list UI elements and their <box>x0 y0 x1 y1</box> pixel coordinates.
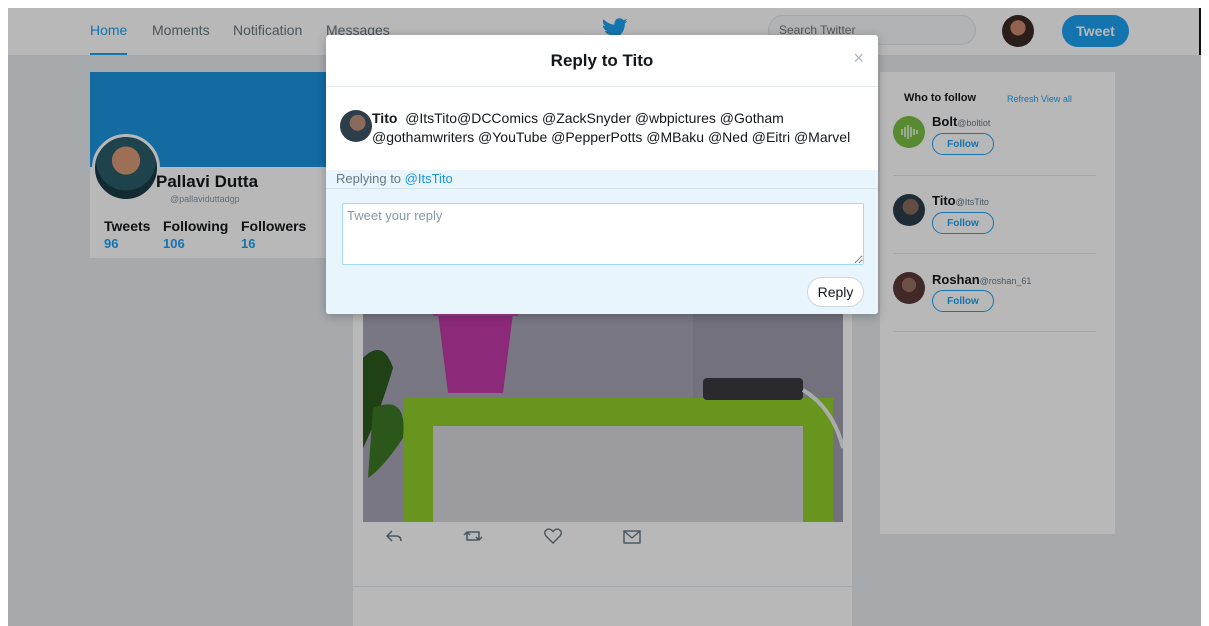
quoted-author-avatar[interactable] <box>340 110 372 142</box>
app-frame: Home Moments Notification Messages Tweet… <box>8 8 1201 626</box>
reply-textarea[interactable] <box>342 203 864 265</box>
replying-to-handle[interactable]: @ItsTito <box>405 171 453 186</box>
close-icon[interactable]: × <box>853 48 864 69</box>
modal-title: Reply to Tito <box>550 51 654 70</box>
replying-to: Replying to @ItsTito <box>336 171 453 186</box>
reply-modal: Reply to Tito × Tito @ItsTito@DCComics @… <box>326 35 878 314</box>
quoted-author-name[interactable]: Tito <box>372 110 397 126</box>
modal-header: Reply to Tito × <box>326 35 878 87</box>
reply-divider <box>326 188 878 189</box>
reply-button[interactable]: Reply <box>807 277 864 307</box>
quoted-tweet-text: @ItsTito@DCComics @ZackSnyder @wbpicture… <box>372 110 851 145</box>
quoted-tweet: Tito @ItsTito@DCComics @ZackSnyder @wbpi… <box>372 109 862 147</box>
replying-to-label: Replying to <box>336 171 402 186</box>
